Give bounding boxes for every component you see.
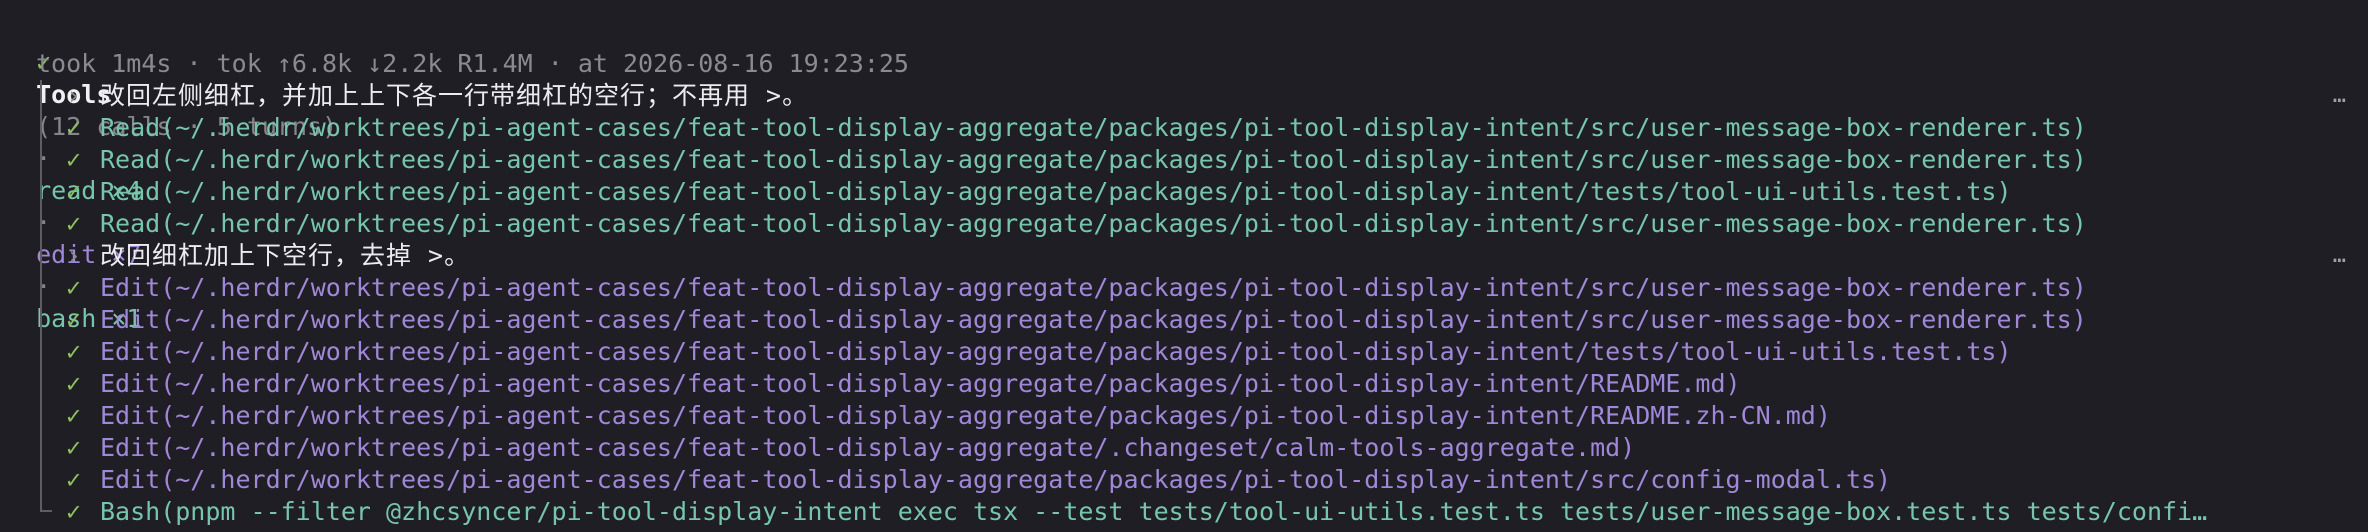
tree-rail-end [40, 510, 52, 512]
check-icon: ✓ [66, 177, 82, 206]
user-prompt-text: 改回细杠加上下空行，去掉 >。 [100, 241, 471, 270]
bash-call-text: Bash(pnpm --filter @zhcsyncer/pi-tool-di… [100, 497, 2208, 526]
read-call-text: Read(~/.herdr/worktrees/pi-agent-cases/f… [100, 145, 2087, 174]
edit-call-text: Edit(~/.herdr/worktrees/pi-agent-cases/f… [100, 433, 1636, 462]
edit-call-row[interactable]: ✓ Edit(~/.herdr/worktrees/pi-agent-cases/… [66, 272, 2087, 304]
edit-call-row[interactable]: ✓ Edit(~/.herdr/worktrees/pi-agent-cases/… [66, 336, 2012, 368]
tools-meta-line: took 1m4s · tok ↑6.8k ↓2.2k R1.4M · at 2… [36, 49, 909, 78]
edit-call-text: Edit(~/.herdr/worktrees/pi-agent-cases/f… [100, 337, 2012, 366]
read-call-text: Read(~/.herdr/worktrees/pi-agent-cases/f… [100, 113, 2087, 142]
edit-call-row[interactable]: ✓ Edit(~/.herdr/worktrees/pi-agent-cases/… [66, 432, 1635, 464]
check-icon: ✓ [66, 401, 82, 430]
read-call-row[interactable]: ✓ Read(~/.herdr/worktrees/pi-agent-cases/… [66, 176, 2012, 208]
chevron-right-icon: › [66, 81, 82, 110]
edit-call-row[interactable]: ✓ Edit(~/.herdr/worktrees/pi-agent-cases/… [66, 368, 1741, 400]
chevron-right-icon: › [66, 241, 82, 270]
edit-call-row[interactable]: ✓ Edit(~/.herdr/worktrees/pi-agent-cases/… [66, 304, 2087, 336]
read-call-text: Read(~/.herdr/worktrees/pi-agent-cases/f… [100, 177, 2012, 206]
tree-rail [40, 80, 42, 510]
separator: · [36, 144, 52, 173]
check-icon: ✓ [66, 145, 82, 174]
more-icon[interactable]: … [2333, 240, 2346, 272]
edit-call-text: Edit(~/.herdr/worktrees/pi-agent-cases/f… [100, 401, 1831, 430]
check-icon: ✓ [66, 465, 82, 494]
user-prompt-text: 改回左侧细杠，并加上上下各一行带细杠的空行；不再用 >。 [100, 81, 809, 110]
edit-call-text: Edit(~/.herdr/worktrees/pi-agent-cases/f… [100, 305, 2087, 334]
read-call-text: Read(~/.herdr/worktrees/pi-agent-cases/f… [100, 209, 2087, 238]
edit-call-row[interactable]: ✓ Edit(~/.herdr/worktrees/pi-agent-cases/… [66, 400, 1831, 432]
read-call-row[interactable]: ✓ Read(~/.herdr/worktrees/pi-agent-cases/… [66, 208, 2087, 240]
read-call-row[interactable]: ✓ Read(~/.herdr/worktrees/pi-agent-cases/… [66, 144, 2087, 176]
more-icon[interactable]: … [2333, 80, 2346, 112]
edit-call-row[interactable]: ✓ Edit(~/.herdr/worktrees/pi-agent-cases/… [66, 464, 1891, 496]
tools-summary-line[interactable]: ✓ Tools (12 calls · 5 turns) · read ×4 ·… [6, 15, 337, 333]
separator: · [36, 208, 52, 237]
user-prompt-row[interactable]: › 改回左侧细杠，并加上上下各一行带细杠的空行；不再用 >。 [66, 80, 808, 112]
check-icon: ✓ [66, 305, 82, 334]
edit-call-text: Edit(~/.herdr/worktrees/pi-agent-cases/f… [100, 369, 1741, 398]
user-prompt-row[interactable]: › 改回细杠加上下空行，去掉 >。 [66, 240, 470, 272]
check-icon: ✓ [66, 113, 82, 142]
check-icon: ✓ [66, 369, 82, 398]
check-icon: ✓ [66, 337, 82, 366]
check-icon: ✓ [66, 209, 82, 238]
edit-call-text: Edit(~/.herdr/worktrees/pi-agent-cases/f… [100, 465, 1892, 494]
check-icon: ✓ [66, 497, 82, 526]
edit-call-text: Edit(~/.herdr/worktrees/pi-agent-cases/f… [100, 273, 2087, 302]
separator: · [36, 272, 52, 301]
read-call-row[interactable]: ✓ Read(~/.herdr/worktrees/pi-agent-cases/… [66, 112, 2087, 144]
check-icon: ✓ [66, 433, 82, 462]
check-icon: ✓ [66, 273, 82, 302]
bash-call-row[interactable]: ✓ Bash(pnpm --filter @zhcsyncer/pi-tool-d… [66, 496, 2207, 528]
